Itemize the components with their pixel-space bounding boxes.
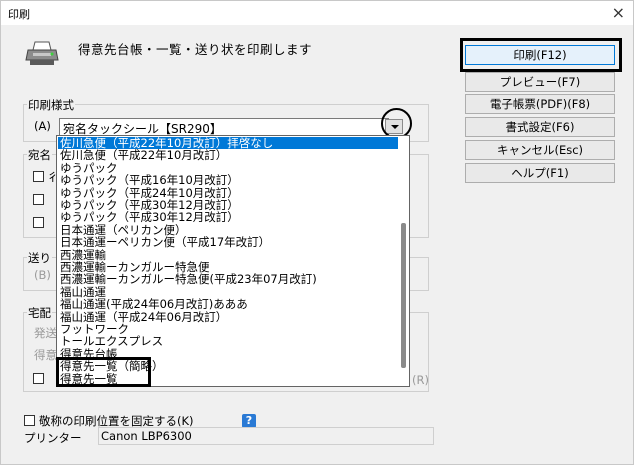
dialog-heading: 得意先台帳・一覧・送り状を印刷します <box>78 42 313 57</box>
pdf-button[interactable]: 電子帳票(PDF)(F8) <box>465 94 615 114</box>
dropdown-scrollbar[interactable] <box>401 223 406 368</box>
printer-icon <box>25 40 59 71</box>
dropdown-option[interactable]: 佐川急便（平成22年10月改訂）拝啓なし <box>58 137 398 149</box>
dropdown-option[interactable]: フットワーク <box>58 323 398 335</box>
dropdown-option[interactable]: 日本通運ーペリカン便（平成17年改訂） <box>58 236 398 248</box>
highlight-print-box <box>460 38 622 72</box>
delivery-hint-1: 発送 <box>34 326 57 340</box>
dropdown-option[interactable]: 佐川急便（平成22年10月改訂） <box>58 149 398 161</box>
dropdown-option[interactable]: ゆうパック <box>58 162 398 174</box>
delivery-hint-2: 得意 <box>34 348 57 362</box>
dropdown-option[interactable]: 西濃運輸ーカンガルー特急便 <box>58 261 398 273</box>
delivery-r-accel: (R) <box>412 373 429 387</box>
sender-group-label: 送り <box>27 250 52 266</box>
help-icon[interactable]: ? <box>242 414 256 428</box>
preview-button[interactable]: プレビュー(F7) <box>465 72 615 92</box>
dropdown-option[interactable]: ゆうパック（平成30年12月改訂） <box>58 211 398 223</box>
dropdown-option[interactable]: 西濃運輸 <box>58 249 398 261</box>
delivery-group-label: 宅配 <box>27 305 52 321</box>
help-button[interactable]: ヘルプ(F1) <box>465 163 615 183</box>
dropdown-option[interactable]: 福山通運（平成24年06月改訂） <box>58 311 398 323</box>
dropdown-option[interactable]: ゆうパック（平成30年12月改訂） <box>58 199 398 211</box>
dropdown-option[interactable]: 福山通運 <box>58 286 398 298</box>
dropdown-option[interactable]: トールエクスプレス <box>58 335 398 347</box>
sender-accel: (B) <box>34 268 51 282</box>
address-checkbox-3[interactable] <box>33 217 44 228</box>
dropdown-option[interactable]: ゆうパック（平成24年10月改訂） <box>58 187 398 199</box>
address-checkbox-2[interactable] <box>33 194 44 205</box>
dropdown-option[interactable]: 日本通運（ペリカン便） <box>58 224 398 236</box>
print-format-select[interactable]: 宛名タックシール【SR290】 <box>59 118 389 136</box>
print-dialog: 印刷 × 得意先台帳・一覧・送り状を印刷します 印刷(F12) プレビュー(F7… <box>0 0 634 465</box>
window-title: 印刷 <box>8 8 30 21</box>
address-group-label: 宛名 <box>27 147 52 163</box>
highlight-customer-list-box <box>56 357 151 387</box>
print-format-label: 印刷様式 <box>27 97 75 113</box>
print-format-dropdown[interactable]: 佐川急便（平成22年10月改訂）拝啓なし 佐川急便（平成22年10月改訂） ゆうパッ… <box>56 135 410 387</box>
printer-label: プリンター <box>24 431 82 445</box>
print-format-accel: (A) <box>34 119 51 133</box>
printer-name-field: Canon LBP6300 <box>98 427 434 445</box>
format-settings-button[interactable]: 書式設定(F6) <box>465 117 615 137</box>
dropdown-option[interactable]: ゆうパック（平成16年10月改訂） <box>58 174 398 186</box>
close-icon[interactable]: × <box>612 3 625 22</box>
address-checkbox-1[interactable] <box>33 171 44 182</box>
fix-position-checkbox[interactable] <box>24 415 35 426</box>
cancel-button[interactable]: キャンセル(Esc) <box>465 140 615 160</box>
dropdown-option[interactable]: 福山通運(平成24年06月改訂)あああ <box>58 298 398 310</box>
title-bar: 印刷 × <box>1 1 633 25</box>
dropdown-option[interactable]: 西濃運輸ーカンガルー特急便(平成23年07月改訂) <box>58 273 398 285</box>
delivery-checkbox[interactable] <box>33 373 44 384</box>
